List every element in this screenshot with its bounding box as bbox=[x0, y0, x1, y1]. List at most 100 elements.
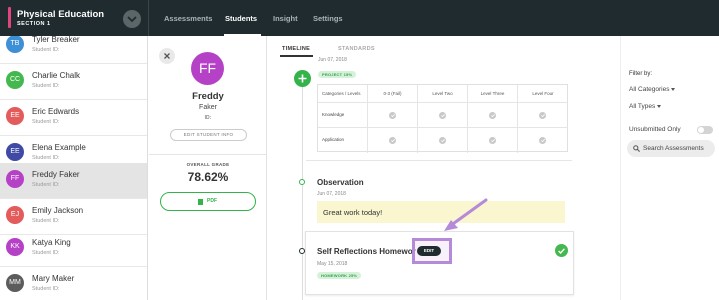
rubric-header-cell: Level Three bbox=[468, 85, 518, 102]
active-tab-indicator bbox=[280, 55, 313, 57]
student-row-selected[interactable]: FF Freddy Faker Student ID: bbox=[0, 163, 147, 199]
unsubmitted-only-toggle[interactable] bbox=[697, 126, 713, 134]
tab-standards[interactable]: STANDARDS bbox=[338, 46, 375, 52]
course-color-accent bbox=[8, 7, 11, 28]
student-row[interactable]: TB Tyler Breaker Student ID: bbox=[0, 36, 147, 64]
close-icon bbox=[164, 53, 170, 59]
type-filter-dropdown[interactable]: All Types bbox=[629, 103, 662, 110]
student-id-label: Student ID: bbox=[32, 47, 60, 53]
entry-date: Jun 07, 2018 bbox=[318, 57, 347, 63]
student-name: Emily Jackson bbox=[32, 206, 84, 215]
entry-title: Observation bbox=[317, 178, 364, 187]
profile-last-name: Faker bbox=[199, 104, 217, 111]
rubric-cell[interactable] bbox=[418, 103, 468, 127]
rubric-cell[interactable] bbox=[368, 103, 418, 127]
profile-avatar: FF bbox=[191, 52, 224, 85]
check-icon bbox=[539, 137, 546, 144]
student-id-label: Student ID: bbox=[32, 119, 60, 125]
student-avatar: CC bbox=[6, 71, 24, 89]
category-filter-value: All Categories bbox=[629, 86, 670, 93]
rubric-cell[interactable] bbox=[468, 128, 518, 153]
student-row[interactable]: EJ Emily Jackson Student ID: bbox=[0, 199, 147, 235]
caret-down-icon bbox=[671, 87, 676, 91]
close-profile-button[interactable] bbox=[159, 48, 175, 64]
entry-title: Self Reflections Homewor bbox=[317, 247, 416, 256]
search-assessments-button[interactable]: Search Assessments bbox=[627, 140, 715, 157]
pdf-button-label: PDF bbox=[207, 198, 217, 204]
course-section: SECTION 1 bbox=[17, 21, 51, 27]
overall-grade-label: OVERALL GRADE bbox=[186, 162, 230, 167]
edit-student-info-button[interactable]: EDIT STUDENT INFO bbox=[170, 129, 247, 141]
category-pill: HOMEWORK 25% bbox=[317, 272, 362, 279]
plus-icon bbox=[298, 74, 307, 83]
document-icon bbox=[198, 199, 203, 205]
edit-entry-button[interactable]: EDIT bbox=[417, 246, 441, 256]
nav-insight[interactable]: Insight bbox=[273, 14, 298, 23]
check-icon bbox=[439, 137, 446, 144]
check-icon bbox=[389, 137, 396, 144]
student-row[interactable]: EE Eric Edwards Student ID: bbox=[0, 100, 147, 136]
search-assessments-label: Search Assessments bbox=[643, 145, 704, 152]
toggle-knob bbox=[698, 127, 704, 133]
tab-timeline[interactable]: TIMELINE bbox=[282, 46, 310, 52]
nav-assessments[interactable]: Assessments bbox=[164, 14, 212, 23]
filter-panel: Filter by: All Categories All Types Unsu… bbox=[620, 36, 719, 300]
student-name: Freddy Faker bbox=[32, 170, 80, 179]
student-name: Elena Example bbox=[32, 143, 86, 152]
rubric-header-cell: Level Four bbox=[532, 91, 554, 96]
unsubmitted-only-label: Unsubmitted Only bbox=[629, 126, 681, 133]
entry-date: Jun 07, 2018 bbox=[317, 191, 346, 197]
check-icon bbox=[439, 112, 446, 119]
rubric-header-cell: Level Two bbox=[418, 85, 468, 102]
type-filter-value: All Types bbox=[629, 103, 656, 110]
student-row[interactable]: MM Mary Maker Student ID: bbox=[0, 267, 147, 300]
timeline-line bbox=[302, 76, 303, 300]
nav-students[interactable]: Students bbox=[225, 14, 257, 23]
rubric-cell[interactable] bbox=[418, 128, 468, 153]
student-id-label: Student ID: bbox=[32, 218, 60, 224]
student-name: Mary Maker bbox=[32, 274, 75, 283]
annotation-arrow-icon bbox=[444, 198, 488, 231]
student-row[interactable]: KK Katya King Student ID: bbox=[0, 231, 147, 267]
check-icon bbox=[539, 112, 546, 119]
student-avatar: EE bbox=[6, 107, 24, 125]
rubric-cell[interactable] bbox=[368, 128, 418, 153]
nav-settings[interactable]: Settings bbox=[313, 14, 343, 23]
rubric-row-label: Application bbox=[318, 128, 368, 153]
student-id-label: Student ID: bbox=[32, 250, 60, 256]
check-icon bbox=[389, 112, 396, 119]
student-profile-panel: FF Freddy Faker ID: EDIT STUDENT INFO OV… bbox=[149, 36, 267, 300]
overall-grade-value: 78.62% bbox=[187, 170, 229, 184]
comment-text: Great work today! bbox=[323, 208, 383, 217]
rubric-header-cell: Categories / Levels bbox=[318, 85, 368, 102]
student-avatar: MM bbox=[6, 274, 24, 292]
pdf-button[interactable]: PDF bbox=[160, 192, 256, 211]
rubric-row: Application bbox=[318, 128, 568, 153]
category-filter-dropdown[interactable]: All Categories bbox=[629, 86, 676, 93]
profile-id-label: ID: bbox=[204, 115, 212, 121]
rubric-cell[interactable] bbox=[518, 128, 568, 153]
topbar-divider bbox=[148, 0, 149, 36]
student-name: Katya King bbox=[32, 238, 71, 247]
rubric-cell[interactable] bbox=[468, 103, 518, 127]
top-bar: Physical Education SECTION 1 Assessments… bbox=[0, 0, 719, 36]
student-avatar: KK bbox=[6, 238, 24, 256]
rubric-row: Knowledge bbox=[318, 103, 568, 128]
student-name: Eric Edwards bbox=[32, 107, 80, 116]
chevron-down-icon bbox=[127, 16, 137, 23]
student-list: TB Tyler Breaker Student ID: CC Charlie … bbox=[0, 36, 148, 300]
add-entry-button[interactable] bbox=[294, 70, 311, 87]
rubric-row-label: Knowledge bbox=[318, 103, 368, 127]
rubric-cell[interactable] bbox=[518, 103, 568, 127]
student-id-label: Student ID: bbox=[32, 286, 60, 292]
student-avatar: EE bbox=[6, 143, 24, 161]
check-icon bbox=[489, 112, 496, 119]
profile-first-name: Freddy bbox=[192, 91, 224, 102]
course-title[interactable]: Physical Education bbox=[17, 9, 104, 20]
profile-divider bbox=[149, 154, 267, 155]
rubric-header-row: Categories / Levels 0-3 (Fail) Level Two… bbox=[318, 85, 568, 103]
student-row[interactable]: CC Charlie Chalk Student ID: bbox=[0, 64, 147, 100]
student-avatar: TB bbox=[6, 36, 24, 53]
course-switcher-button[interactable] bbox=[123, 10, 141, 28]
rubric-table: Categories / Levels 0-3 (Fail) Level Two… bbox=[317, 84, 568, 153]
